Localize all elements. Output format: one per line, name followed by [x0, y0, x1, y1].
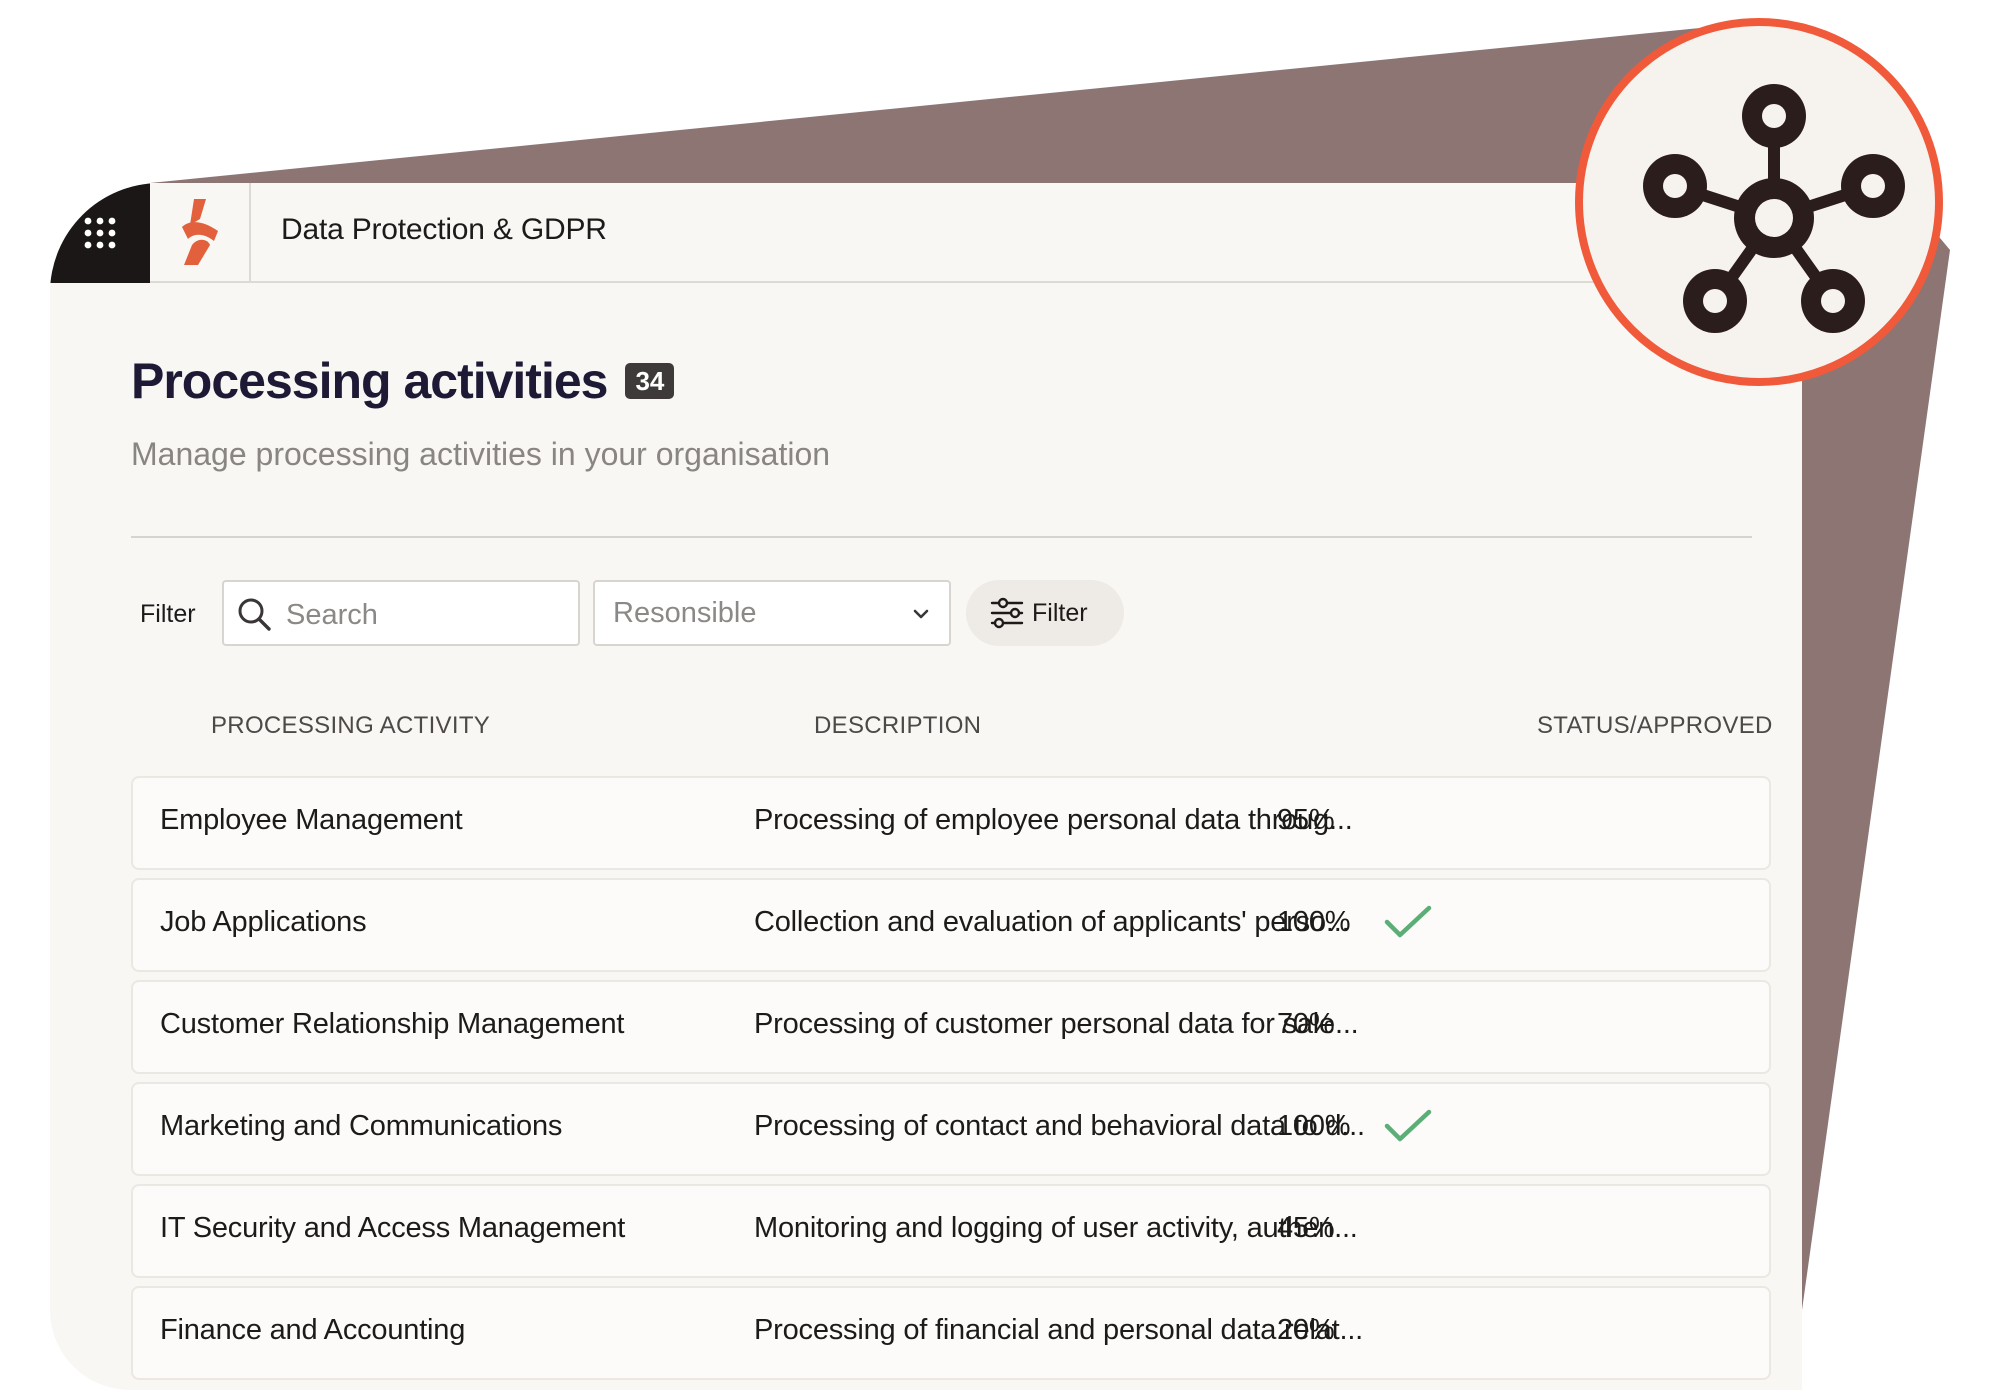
- column-header-status[interactable]: STATUS/APPROVED: [1537, 712, 1773, 740]
- brand-logo[interactable]: [150, 183, 251, 281]
- activity-name: Employee Management: [160, 804, 463, 836]
- chevron-down-icon: [913, 609, 929, 619]
- activity-name: Customer Relationship Management: [160, 1008, 625, 1040]
- activity-status: 20%: [1277, 1314, 1335, 1346]
- column-header-description[interactable]: DESCRIPTION: [814, 712, 981, 740]
- apps-menu-button[interactable]: [50, 183, 150, 283]
- activity-status: 95%: [1277, 804, 1335, 836]
- filter-label: Filter: [140, 600, 196, 628]
- filter-button[interactable]: Filter: [966, 580, 1124, 646]
- activity-status: 100%: [1277, 906, 1351, 938]
- activity-name: Marketing and Communications: [160, 1110, 563, 1142]
- activity-name: Finance and Accounting: [160, 1314, 466, 1346]
- header-divider: [131, 536, 1752, 538]
- activity-description: Processing of financial and personal dat…: [754, 1314, 1364, 1346]
- search-field[interactable]: [222, 580, 580, 646]
- activity-description: Monitoring and logging of user activity,…: [754, 1212, 1358, 1244]
- apps-grid-icon: [84, 217, 116, 249]
- table-row[interactable]: Marketing and Communications Processing …: [131, 1082, 1771, 1176]
- page-title: Processing activities: [131, 353, 608, 409]
- table-row[interactable]: Employee Management Processing of employ…: [131, 776, 1771, 870]
- brand-logo-icon: [181, 199, 218, 265]
- table-row[interactable]: Finance and Accounting Processing of fin…: [131, 1286, 1771, 1380]
- sliders-icon: [990, 597, 1024, 629]
- responsible-select-value: Resonsible: [613, 597, 757, 629]
- responsible-select[interactable]: Resonsible: [593, 580, 951, 646]
- search-icon: [238, 598, 271, 631]
- checkmark-icon: [1384, 905, 1432, 938]
- activity-status: 70%: [1277, 1008, 1335, 1040]
- app-title: Data Protection & GDPR: [281, 213, 607, 246]
- activity-name: IT Security and Access Management: [160, 1212, 626, 1244]
- column-header-activity[interactable]: PROCESSING ACTIVITY: [211, 712, 490, 740]
- activity-description: Processing of employee personal data thr…: [754, 804, 1353, 836]
- network-badge: [1575, 18, 1943, 386]
- checkmark-icon: [1384, 1109, 1432, 1142]
- page-subtitle: Manage processing activities in your org…: [131, 436, 831, 472]
- search-input[interactable]: [284, 596, 568, 634]
- page-header: Processing activities 34: [131, 352, 675, 410]
- table-row[interactable]: Job Applications Collection and evaluati…: [131, 878, 1771, 972]
- activity-description: Collection and evaluation of applicants'…: [754, 906, 1350, 938]
- activity-description: Processing of contact and behavioral dat…: [754, 1110, 1365, 1142]
- table-row[interactable]: Customer Relationship Management Process…: [131, 980, 1771, 1074]
- network-icon: [1643, 84, 1905, 333]
- activity-description: Processing of customer personal data for…: [754, 1008, 1359, 1040]
- table-row[interactable]: IT Security and Access Management Monito…: [131, 1184, 1771, 1278]
- activity-status: 45%: [1277, 1212, 1335, 1244]
- count-badge: 34: [625, 363, 675, 399]
- filter-bar: Filter Resonsible Filter: [140, 580, 1240, 648]
- activity-name: Job Applications: [160, 906, 367, 938]
- activity-status: 100%: [1277, 1110, 1351, 1142]
- filter-button-label: Filter: [1032, 598, 1088, 627]
- top-bar: Data Protection & GDPR: [50, 183, 1802, 283]
